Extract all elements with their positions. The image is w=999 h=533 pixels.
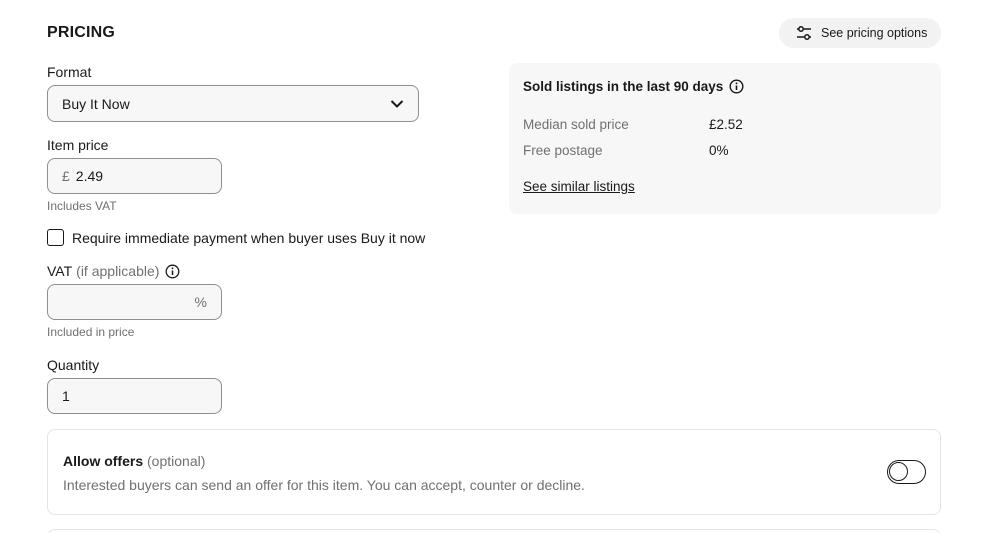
info-icon[interactable] <box>165 264 180 279</box>
item-price-label: Item price <box>47 137 109 153</box>
see-similar-listings-link[interactable]: See similar listings <box>523 179 635 194</box>
sold-listings-panel: Sold listings in the last 90 days Median… <box>509 63 941 214</box>
vat-label: VAT (if applicable) <box>47 263 180 279</box>
quantity-label: Quantity <box>47 357 100 373</box>
toggle-knob <box>889 462 908 481</box>
next-card <box>47 529 941 533</box>
allow-offers-description: Interested buyers can send an offer for … <box>63 477 585 493</box>
allow-offers-title: Allow offers (optional) <box>63 453 205 469</box>
vat-label-text: VAT <box>47 263 73 279</box>
free-postage-label: Free postage <box>523 143 603 158</box>
format-selected-value: Buy It Now <box>62 95 130 112</box>
see-pricing-options-label: See pricing options <box>821 26 928 40</box>
item-price-input[interactable]: £ 2.49 <box>47 158 222 194</box>
vat-help: Included in price <box>47 325 135 339</box>
free-postage-value: 0% <box>709 143 729 158</box>
sold-listings-title: Sold listings in the last 90 days <box>523 79 744 94</box>
sold-listings-title-text: Sold listings in the last 90 days <box>523 79 724 94</box>
immediate-payment-checkbox[interactable] <box>47 229 64 246</box>
allow-offers-title-text: Allow offers <box>63 453 144 469</box>
median-sold-price-value: £2.52 <box>709 117 743 132</box>
immediate-payment-label: Require immediate payment when buyer use… <box>72 229 426 246</box>
info-icon[interactable] <box>729 79 744 94</box>
sliders-icon <box>797 26 811 40</box>
chevron-down-icon <box>390 100 404 108</box>
vat-unit: % <box>194 294 207 310</box>
item-price-value: 2.49 <box>75 168 104 184</box>
immediate-payment-row: Require immediate payment when buyer use… <box>47 229 425 246</box>
format-select[interactable]: Buy It Now <box>47 85 419 122</box>
quantity-input[interactable]: 1 <box>47 378 222 414</box>
median-sold-price-label: Median sold price <box>523 117 629 132</box>
item-price-help: Includes VAT <box>47 199 117 213</box>
vat-label-suffix: (if applicable) <box>76 263 160 279</box>
quantity-value: 1 <box>62 388 70 404</box>
allow-offers-optional: (optional) <box>147 453 206 469</box>
allow-offers-toggle[interactable] <box>887 460 926 484</box>
currency-prefix: £ <box>62 168 70 184</box>
vat-input[interactable]: % <box>47 284 222 320</box>
see-pricing-options-button[interactable]: See pricing options <box>779 18 941 48</box>
page-title: PRICING <box>47 24 116 41</box>
format-label: Format <box>47 64 92 80</box>
allow-offers-card: Allow offers (optional) Interested buyer… <box>47 429 941 515</box>
